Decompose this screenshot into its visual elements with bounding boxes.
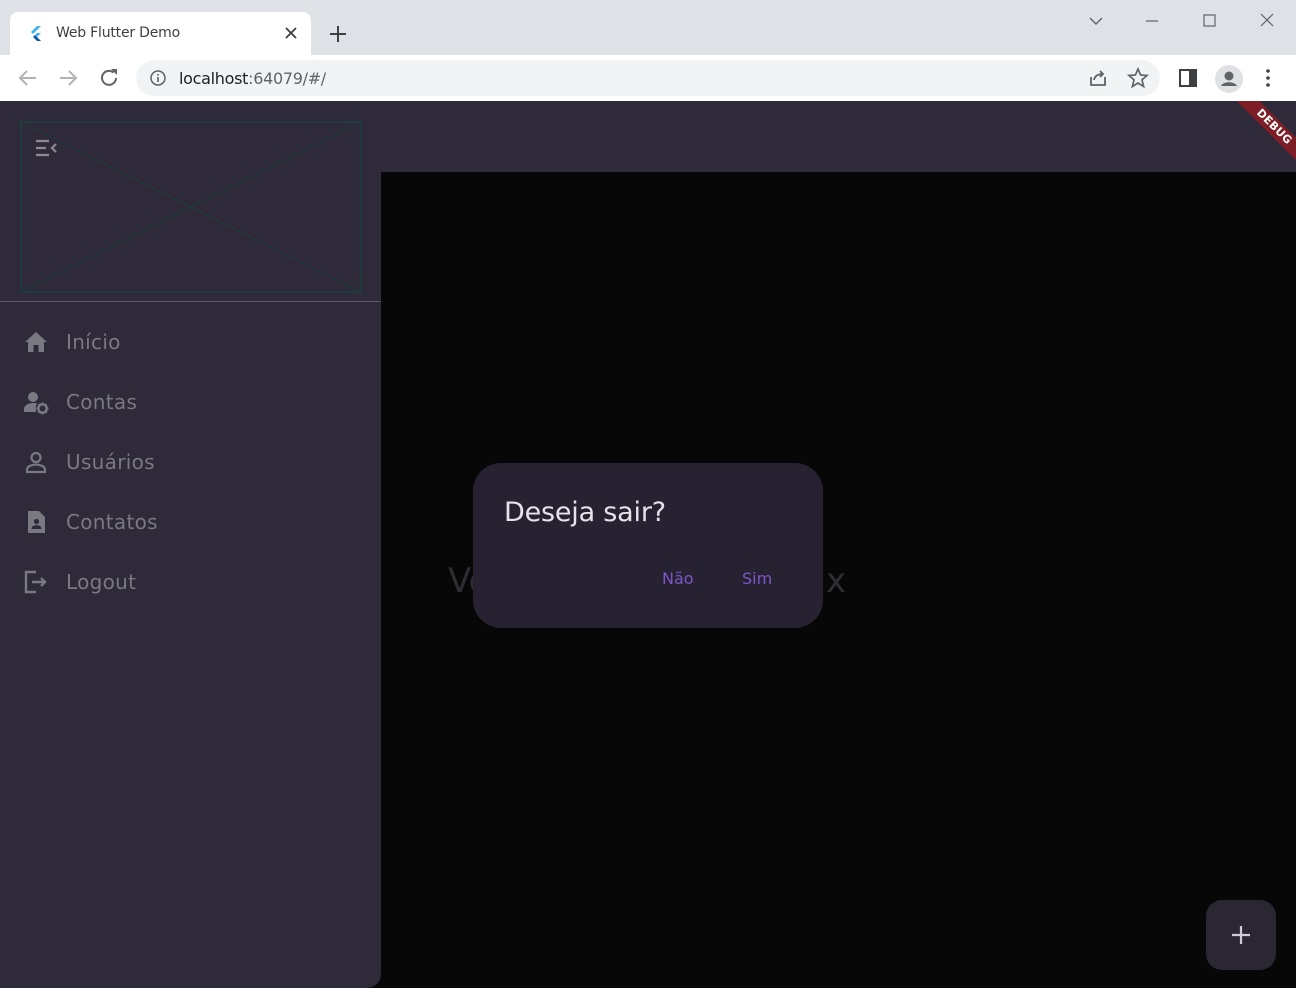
tab-strip: Web Flutter Demo — [0, 0, 1296, 56]
maximize-icon[interactable] — [1197, 10, 1221, 32]
bookmark-star-icon[interactable] — [1126, 66, 1150, 90]
share-icon[interactable] — [1086, 66, 1110, 90]
close-window-icon[interactable] — [1255, 10, 1279, 32]
site-info-icon[interactable] — [150, 70, 166, 86]
reload-icon[interactable] — [96, 65, 122, 91]
back-arrow-icon[interactable] — [15, 65, 41, 91]
browser-menu-icon[interactable] — [1256, 66, 1280, 90]
dialog-title: Deseja sair? — [504, 497, 666, 528]
address-bar[interactable]: localhost:64079/#/ — [136, 60, 1160, 96]
browser-tab[interactable]: Web Flutter Demo — [10, 12, 311, 55]
browser-chrome: Web Flutter Demo localhost:64079/#/ — [0, 0, 1296, 101]
logout-confirm-dialog: Deseja sair? Não Sim — [473, 463, 823, 628]
yes-button[interactable]: Sim — [732, 559, 782, 599]
tab-search-icon[interactable] — [1084, 10, 1108, 32]
flutter-app: DEBUG Vo x Início Contas Usuários Contat… — [0, 101, 1296, 988]
profile-avatar-icon[interactable] — [1214, 64, 1244, 94]
forward-arrow-icon[interactable] — [55, 65, 81, 91]
no-button[interactable]: Não — [652, 559, 704, 599]
side-panel-icon[interactable] — [1176, 66, 1200, 90]
flutter-logo-icon — [31, 26, 41, 41]
url-text[interactable]: localhost:64079/#/ — [179, 69, 326, 88]
minimize-icon[interactable] — [1140, 10, 1164, 32]
new-tab-icon[interactable] — [326, 22, 350, 46]
tab-title: Web Flutter Demo — [56, 25, 180, 41]
browser-toolbar: localhost:64079/#/ — [0, 55, 1296, 101]
close-tab-icon[interactable] — [282, 24, 300, 42]
